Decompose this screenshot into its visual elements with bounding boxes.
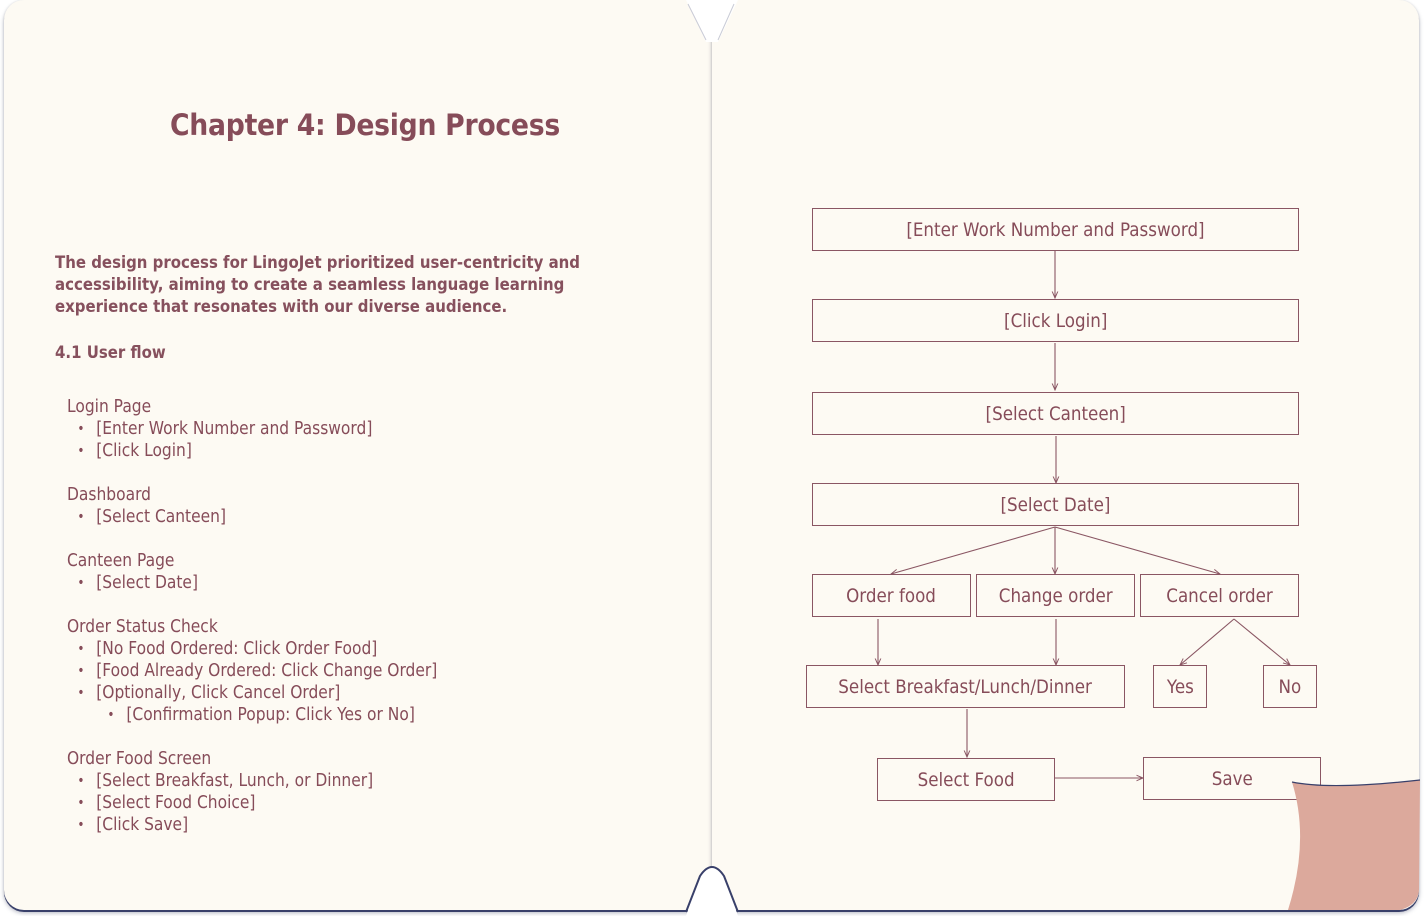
connector-line <box>1054 526 1220 574</box>
node-order-food: Order food <box>812 574 971 617</box>
node-select-food: Select Food <box>877 758 1055 801</box>
node-save: Save <box>1143 757 1321 800</box>
node-click-login: [Click Login] <box>812 299 1299 342</box>
node-change-order: Change order <box>976 574 1135 617</box>
node-select-date: [Select Date] <box>812 483 1299 526</box>
node-select-meal: Select Breakfast/Lunch/Dinner <box>806 665 1125 708</box>
connector-line <box>1180 618 1235 665</box>
user-flow-diagram: [Enter Work Number and Password] [Click … <box>0 0 1425 916</box>
node-yes: Yes <box>1153 665 1207 708</box>
node-cancel-order: Cancel order <box>1140 574 1299 617</box>
connector-line <box>891 526 1056 574</box>
node-no: No <box>1263 665 1317 708</box>
connector-line <box>1233 618 1290 665</box>
node-select-canteen: [Select Canteen] <box>812 392 1299 435</box>
node-enter-credentials: [Enter Work Number and Password] <box>812 208 1299 251</box>
